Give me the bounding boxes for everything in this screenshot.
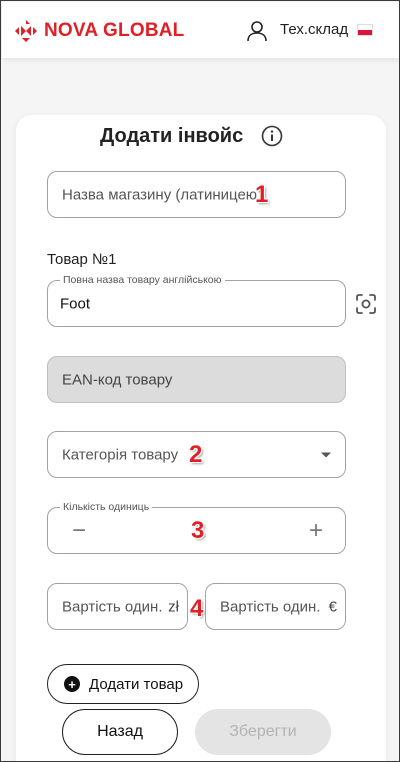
save-label: Зберегти <box>229 723 297 740</box>
add-item-button[interactable]: + Додати товар <box>47 664 199 704</box>
scan-icon[interactable] <box>354 292 378 316</box>
add-item-label: Додати товар <box>89 675 184 693</box>
product-name-input[interactable]: Повна назва товару англійською Foot <box>47 274 346 327</box>
product-name-value: Foot <box>60 295 91 312</box>
chevron-down-icon <box>321 452 331 457</box>
eur-currency: € <box>328 598 337 615</box>
increase-button[interactable]: + <box>309 518 323 543</box>
decrease-button[interactable]: − <box>72 518 86 543</box>
back-button[interactable]: Назад <box>62 709 178 755</box>
save-button[interactable]: Зберегти <box>195 709 331 755</box>
annotation-marker-2: 2 <box>189 441 203 468</box>
pln-currency: zł <box>168 598 179 615</box>
item-section-label: Товар №1 <box>47 251 117 268</box>
unit-price-pln-input[interactable]: Вартість один. zł <box>47 583 188 630</box>
brand-name: NOVA GLOBAL <box>44 20 185 41</box>
annotation-marker-1: 1 <box>255 181 269 208</box>
plus-circle-icon: + <box>64 676 80 692</box>
poland-flag-icon[interactable] <box>357 24 373 36</box>
annotation-marker-4: 4 <box>190 595 204 622</box>
user-name[interactable]: Тех.склад <box>280 21 348 38</box>
back-label: Назад <box>97 723 143 740</box>
page-title: Додати інвойс <box>100 125 244 147</box>
ean-placeholder: EAN-код товару <box>62 371 173 388</box>
app-frame: NOVA GLOBAL Тех.склад Додати інвойс Назв… <box>0 0 400 762</box>
user-icon[interactable] <box>245 19 269 43</box>
top-header: NOVA GLOBAL Тех.склад <box>2 2 399 58</box>
unit-price-eur-placeholder: Вартість один. <box>220 598 321 615</box>
ean-input: EAN-код товару <box>47 356 346 403</box>
nova-logo-icon <box>15 20 37 42</box>
product-name-legend: Повна назва товару англійською <box>60 274 225 286</box>
brand-logo[interactable]: NOVA GLOBAL <box>14 19 184 43</box>
unit-price-pln-placeholder: Вартість один. <box>62 598 163 615</box>
annotation-marker-3: 3 <box>191 517 205 544</box>
quantity-legend: Кількість одиниць <box>60 501 153 513</box>
info-icon[interactable] <box>261 125 283 147</box>
unit-price-eur-input[interactable]: Вартість один. € <box>205 583 346 630</box>
category-placeholder: Категорія товару <box>62 446 179 463</box>
store-name-placeholder: Назва магазину (латиницею) <box>62 186 263 203</box>
store-name-input[interactable]: Назва магазину (латиницею) <box>47 171 346 218</box>
